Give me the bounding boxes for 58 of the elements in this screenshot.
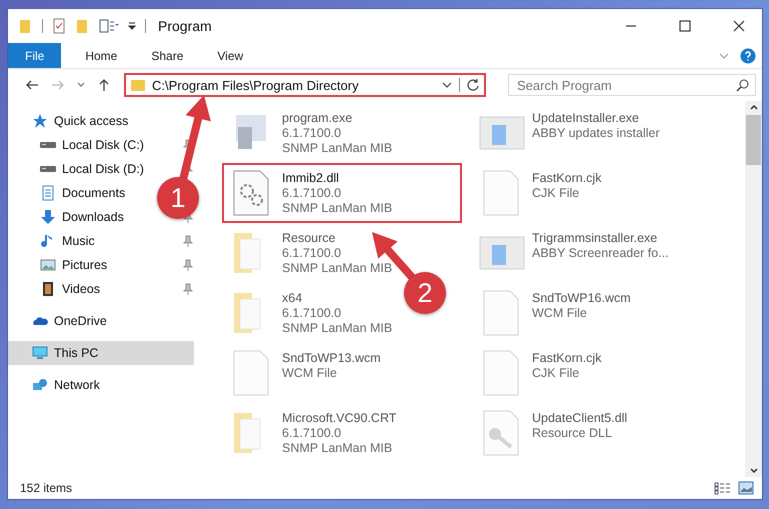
- ribbon-tab[interactable]: View: [201, 43, 260, 68]
- window-title: Program: [158, 18, 213, 34]
- large-icons-view-button[interactable]: [738, 481, 754, 495]
- close-icon: [733, 20, 745, 32]
- file-menu-button[interactable]: File: [8, 43, 62, 68]
- file-item[interactable]: FastKorn.cjk CJK File: [474, 345, 602, 401]
- search-field[interactable]: Search Program: [508, 74, 756, 96]
- pin-icon: [182, 235, 194, 247]
- search-icon: [736, 78, 750, 92]
- address-bar[interactable]: C:\Program Files\Program Directory: [124, 73, 486, 97]
- picture-icon: [738, 481, 754, 495]
- pin-icon: [182, 283, 194, 295]
- file-item[interactable]: Resource 6.1.7100.0 SNMP LanMan MIB: [224, 225, 392, 281]
- file-item[interactable]: SndToWP13.wcm WCM File: [224, 345, 381, 401]
- drive-icon: [40, 142, 56, 148]
- file-item[interactable]: program.exe 6.1.7100.0 SNMP LanMan MIB: [224, 105, 392, 161]
- item-count: 152 items: [20, 481, 74, 495]
- file-item[interactable]: SndToWP16.wcm WCM File: [474, 285, 631, 341]
- sidebar-item[interactable]: Local Disk (C:): [8, 133, 150, 157]
- film-icon: [40, 281, 56, 297]
- file-item[interactable]: Trigrammsinstaller.exe ABBY Screenreader fo...: [474, 225, 669, 281]
- file-item[interactable]: UpdateInstaller.exe ABBY updates installer: [474, 105, 660, 161]
- document-icon: [40, 185, 56, 201]
- sidebar-item[interactable]: Local Disk (D:): [8, 157, 150, 181]
- sidebar-item[interactable]: Quick access: [8, 109, 134, 133]
- details-view-icon: [714, 481, 732, 495]
- address-path: C:\Program Files\Program Directory: [152, 78, 360, 92]
- details-view-button[interactable]: [714, 481, 732, 495]
- download-arrow-icon: [40, 209, 56, 225]
- monitor-icon: [32, 345, 48, 361]
- maximize-icon: [679, 20, 691, 32]
- file-item[interactable]: x64 6.1.7100.0 SNMP LanMan MIB: [224, 285, 392, 341]
- file-item[interactable]: UpdateClient5.dll Resource DLL: [474, 405, 628, 461]
- star-icon: [32, 113, 48, 129]
- refresh-icon: [466, 78, 480, 92]
- ribbon-tab[interactable]: Share: [135, 43, 200, 68]
- picture-icon: [40, 257, 56, 273]
- sidebar-item[interactable]: OneDrive: [8, 309, 113, 333]
- ribbon-tab[interactable]: Home: [69, 43, 134, 68]
- sidebar-item[interactable]: Downloads: [8, 205, 130, 229]
- drive-icon: [40, 166, 56, 172]
- file-item[interactable]: Microsoft.VC90.CRT 6.1.7100.0 SNMP LanMan MIB: [224, 405, 396, 461]
- sidebar-item[interactable]: Pictures: [8, 253, 114, 277]
- network-icon: [32, 377, 48, 393]
- sidebar-item[interactable]: Documents: [8, 181, 132, 205]
- pin-icon: [182, 259, 194, 271]
- checklist-icon: [51, 18, 67, 34]
- sidebar-item[interactable]: Videos: [8, 277, 106, 301]
- properties-icon: [99, 18, 119, 34]
- file-item[interactable]: Immib2.dll 6.1.7100.0 SNMP LanMan MIB: [224, 165, 460, 221]
- sidebar-item[interactable]: Music: [8, 229, 101, 253]
- scrollbar-thumb[interactable]: [746, 115, 761, 165]
- vertical-scrollbar[interactable]: [745, 101, 762, 477]
- sidebar-item[interactable]: This PC: [8, 341, 194, 365]
- folder-icon: [130, 77, 146, 93]
- sidebar-item[interactable]: Network: [8, 373, 106, 397]
- file-item[interactable]: FastKorn.cjk CJK File: [474, 165, 602, 221]
- help-icon: [740, 48, 756, 64]
